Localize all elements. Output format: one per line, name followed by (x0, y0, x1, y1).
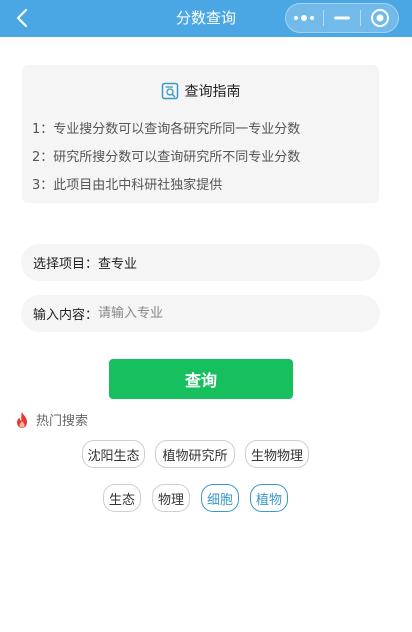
minus-icon (334, 16, 350, 20)
minimize-button[interactable] (324, 4, 361, 32)
target-close-icon (370, 9, 389, 27)
fire-icon (17, 411, 27, 428)
guide-line: 3：此项目由北中科研社独家提供 (32, 178, 223, 193)
hot-search-label: 热门搜索 (36, 414, 89, 429)
hot-chip[interactable]: 生物物理 (245, 440, 309, 468)
hot-chip[interactable]: 物理 (152, 484, 190, 512)
navigation-bar: 分数查询 (0, 0, 412, 37)
more-button[interactable] (286, 4, 323, 32)
hot-search-header: 热门搜索 (14, 410, 88, 429)
hot-chip[interactable]: 沈阳生态 (82, 440, 145, 468)
content-label: 输入内容： (33, 308, 99, 323)
close-button[interactable] (361, 4, 398, 32)
project-value: 查专业 (98, 257, 138, 272)
mini-program-capsule (285, 3, 399, 33)
hot-chip[interactable]: 生态 (103, 484, 141, 512)
content-input[interactable] (98, 306, 339, 321)
project-label: 选择项目： (33, 257, 99, 272)
hot-chip[interactable]: 细胞 (201, 484, 239, 512)
guide-line: 1：专业搜分数可以查询各研究所同一专业分数 (32, 122, 301, 137)
content-field: 输入内容： (21, 295, 380, 332)
guide-line: 2：研究所搜分数可以查询研究所不同专业分数 (32, 150, 301, 165)
hot-chip[interactable]: 植物研究所 (155, 440, 235, 468)
project-select[interactable]: 选择项目： 查专业 (21, 244, 380, 281)
guide-header: 查询指南 (22, 81, 379, 101)
guide-title: 查询指南 (184, 84, 241, 100)
query-button[interactable]: 查询 (109, 359, 293, 399)
search-document-icon (161, 82, 178, 100)
query-guide-panel: 查询指南 1：专业搜分数可以查询各研究所同一专业分数 2：研究所搜分数可以查询研… (22, 65, 379, 203)
more-dots-icon (294, 15, 315, 21)
hot-chip[interactable]: 植物 (250, 484, 288, 512)
